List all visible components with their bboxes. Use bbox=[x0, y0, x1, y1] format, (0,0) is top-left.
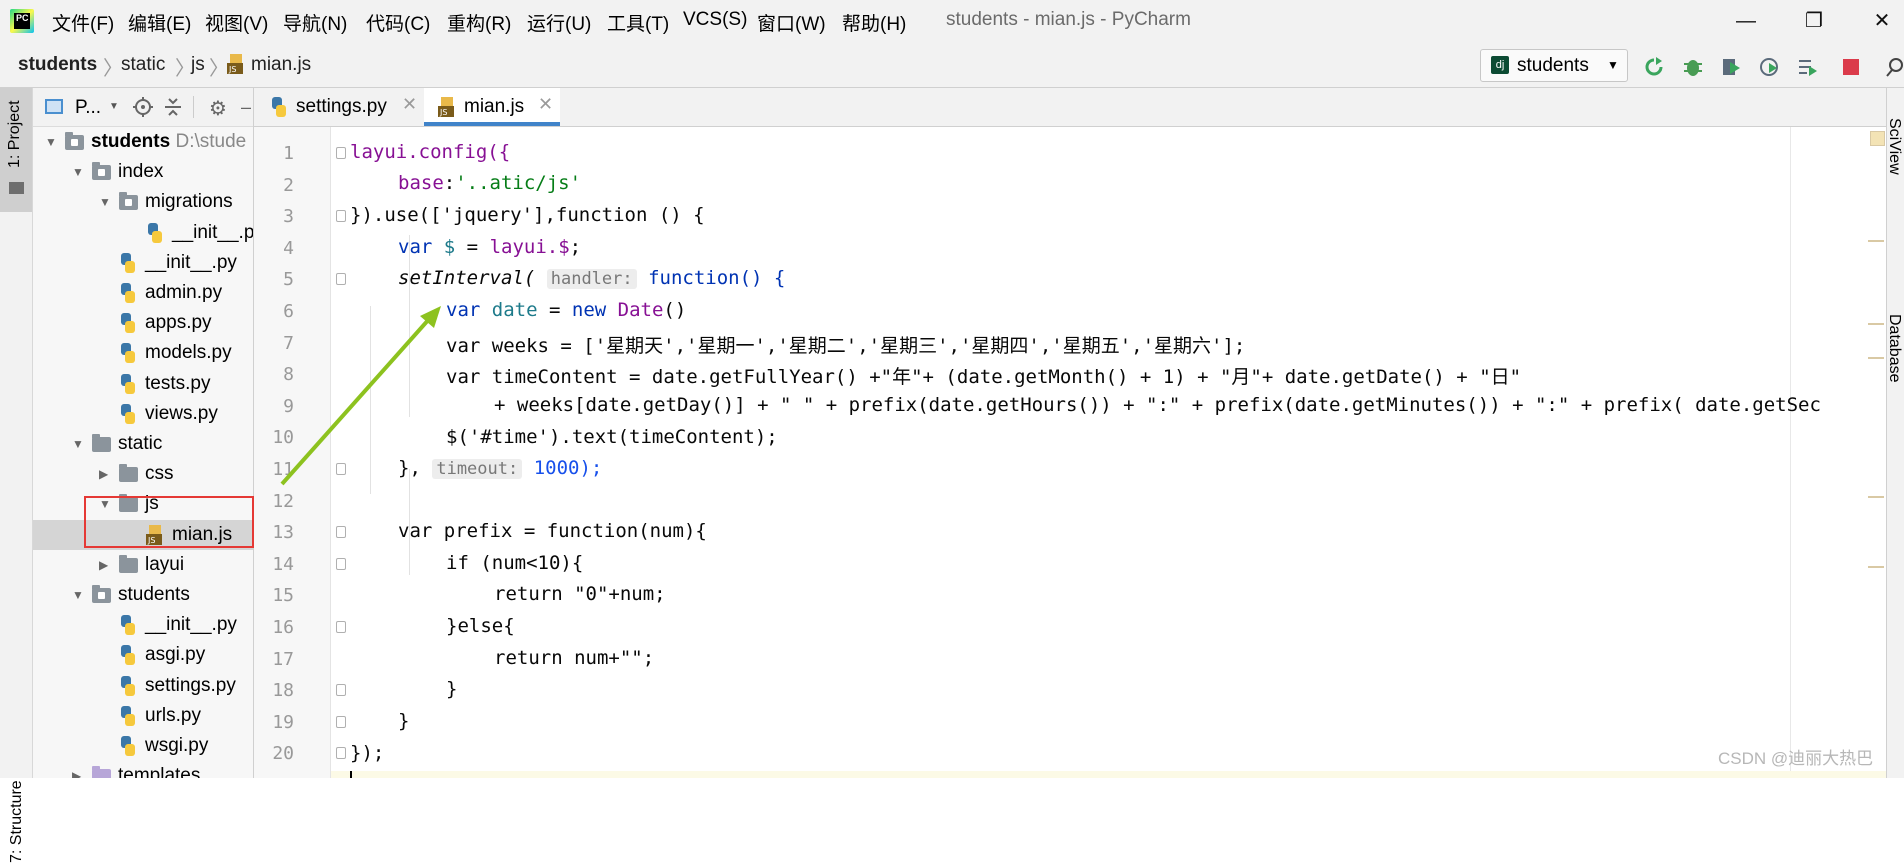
structure-tool-button[interactable]: 7: Structure bbox=[8, 780, 26, 863]
annotation-arrow bbox=[280, 306, 441, 486]
watermark: CSDN @迪丽大热巴 bbox=[1718, 749, 1874, 768]
